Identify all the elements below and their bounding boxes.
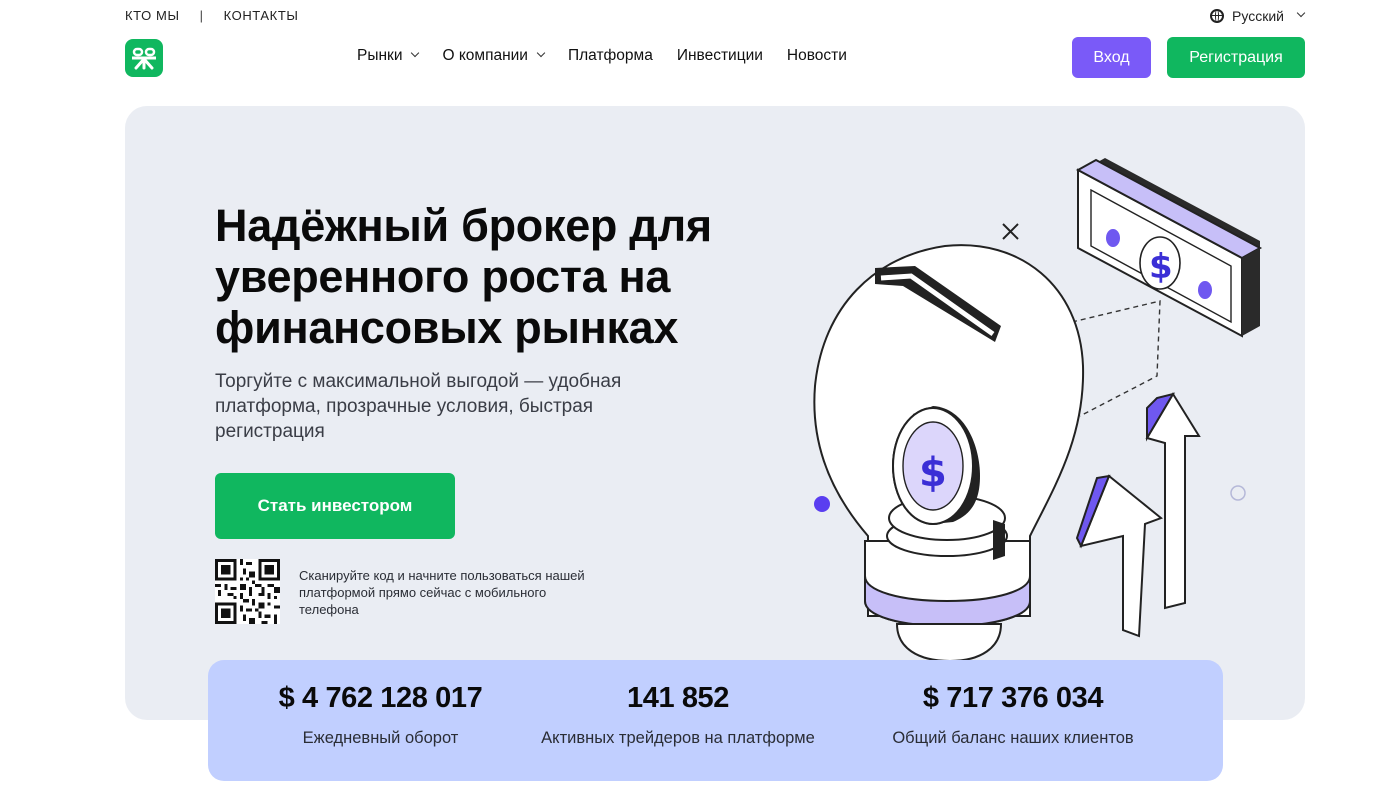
decor-dot <box>814 496 830 512</box>
growth-arrows <box>1075 392 1201 638</box>
divider: | <box>199 8 204 23</box>
top-bar: КТО МЫ | КОНТАКТЫ Русский <box>125 8 1306 26</box>
contacts-link[interactable]: КОНТАКТЫ <box>224 8 299 23</box>
stat-value: $ 4 762 128 017 <box>278 682 483 714</box>
chevron-down-icon <box>536 48 546 58</box>
logo[interactable] <box>125 39 163 77</box>
chevron-down-icon <box>411 48 420 58</box>
language-selector[interactable]: Русский <box>1210 8 1306 24</box>
nav-markets-label: Рынки <box>357 47 403 64</box>
hero-title: Надёжный брокер для уверенного роста на … <box>215 200 712 353</box>
main-nav: Рынки О компании Платформа Инвестиции Но… <box>357 47 871 65</box>
nav-news[interactable]: Новости <box>787 47 847 65</box>
stat-item: 141 852 Активных трейдеров на платформе <box>518 682 838 748</box>
nav-company-label: О компании <box>442 47 528 64</box>
nav-markets[interactable]: Рынки <box>357 47 420 65</box>
stat-label: Ежедневный оборот <box>302 729 459 747</box>
hero-subtitle: Торгуйте с максимальной выгодой — удобна… <box>215 371 622 442</box>
nav-company[interactable]: О компании <box>442 47 546 65</box>
top-links: КТО МЫ | КОНТАКТЫ <box>125 8 299 23</box>
qr-caption: Сканируйте код и начните пользоваться на… <box>299 568 585 617</box>
nav-investments[interactable]: Инвестиции <box>677 47 763 65</box>
globe-icon <box>1210 9 1225 23</box>
login-button[interactable]: Вход <box>1072 37 1151 78</box>
dollar-icon: $ <box>919 450 947 496</box>
become-investor-button[interactable]: Стать инвестором <box>215 473 455 539</box>
stat-label: Общий баланс наших клиентов <box>892 729 1134 747</box>
decor-ring <box>1230 485 1246 501</box>
stat-item: $ 4 762 128 017 Ежедневный оборот <box>278 682 483 748</box>
stats-bar: $ 4 762 128 017 Ежедневный оборот 141 85… <box>208 660 1223 781</box>
hero-illustration: $ $ <box>813 158 1263 663</box>
bulb: $ <box>813 244 1085 663</box>
stat-value: 141 852 <box>626 682 730 714</box>
language-label: Русский <box>1232 8 1284 24</box>
nav-platform[interactable]: Платформа <box>568 47 653 65</box>
chevron-down-icon <box>1296 8 1306 18</box>
banknote: $ <box>1075 158 1263 338</box>
stat-label: Активных трейдеров на платформе <box>541 729 815 747</box>
dollar-icon: $ <box>1149 247 1173 287</box>
stat-item: $ 717 376 034 Общий баланс наших клиенто… <box>873 682 1153 748</box>
about-link[interactable]: КТО МЫ <box>125 8 180 23</box>
stat-value: $ 717 376 034 <box>922 682 1104 714</box>
qr-code[interactable] <box>215 559 280 624</box>
hero-section: Надёжный брокер для уверенного роста на … <box>125 106 1305 720</box>
register-button[interactable]: Регистрация <box>1167 37 1305 78</box>
close-mark <box>1002 223 1019 240</box>
logo-icon <box>132 47 156 70</box>
